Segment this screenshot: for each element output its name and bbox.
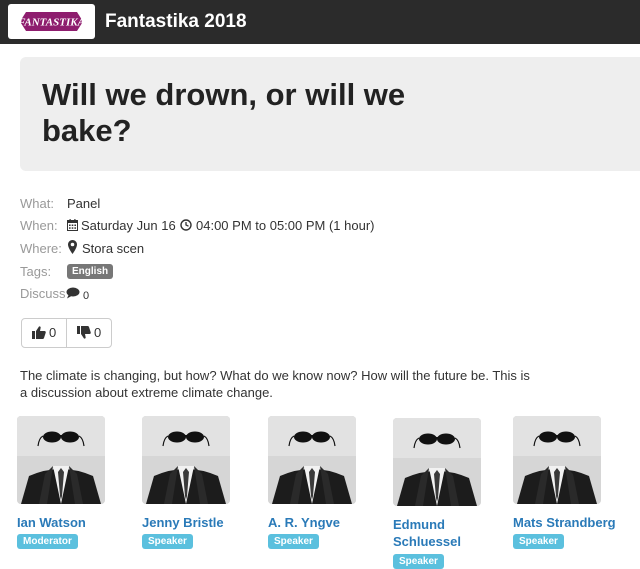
event-date: Saturday Jun 16 xyxy=(81,218,176,233)
thumbs-down-icon xyxy=(77,326,91,339)
speaker-photo[interactable] xyxy=(17,416,105,504)
logo-text: FANTASTIKA xyxy=(18,17,85,29)
what-label: What: xyxy=(20,196,54,211)
event-title: Will we drown, or will we bake? xyxy=(42,77,406,148)
speaker-avatar xyxy=(513,416,601,504)
thumbs-up-icon xyxy=(32,326,46,339)
speaker-name[interactable]: Mats Strandberg xyxy=(513,514,616,531)
speaker-role-badge: Moderator xyxy=(17,534,78,549)
speaker-photo[interactable] xyxy=(513,416,601,504)
speaker-name[interactable]: A. R. Yngve xyxy=(268,514,340,531)
map-marker-icon xyxy=(68,240,77,254)
downvote-count: 0 xyxy=(94,325,102,340)
speaker-name[interactable]: Jenny Bristle xyxy=(142,514,224,531)
event-time: 04:00 PM to 05:00 PM (1 hour) xyxy=(196,218,375,233)
vote-button-group: 0 0 xyxy=(21,318,112,348)
upvote-button[interactable]: 0 xyxy=(22,319,67,347)
clock-icon xyxy=(180,219,192,231)
speaker-avatar xyxy=(393,418,481,506)
when-label: When: xyxy=(20,218,58,233)
comment-icon[interactable] xyxy=(66,287,80,299)
site-brand-title[interactable]: Fantastika 2018 xyxy=(105,10,247,34)
speaker-role-badge: Speaker xyxy=(393,554,444,569)
fantastika-logo-icon: FANTASTIKA xyxy=(18,9,85,34)
speaker-avatar xyxy=(142,416,230,504)
speaker-role-badge: Speaker xyxy=(142,534,193,549)
top-navbar: FANTASTIKA Fantastika 2018 xyxy=(0,0,640,44)
event-description: The climate is changing, but how? What d… xyxy=(20,368,530,400)
speaker-role-badge: Speaker xyxy=(513,534,564,549)
discussion-label: Discussion: xyxy=(20,286,66,301)
tag-badge[interactable]: English xyxy=(67,264,114,279)
speaker-name[interactable]: Edmund Schluessel xyxy=(393,516,473,550)
event-title-banner: Will we drown, or will we bake? xyxy=(20,57,640,171)
speaker-role-badge: Speaker xyxy=(268,534,319,549)
speaker-avatar xyxy=(17,416,105,504)
tags-label: Tags: xyxy=(20,264,52,279)
discussion-count: 0 xyxy=(83,290,90,302)
what-value: Panel xyxy=(67,196,101,211)
speaker-name[interactable]: Ian Watson xyxy=(17,514,86,531)
speaker-photo[interactable] xyxy=(393,418,481,506)
upvote-count: 0 xyxy=(49,325,57,340)
speaker-photo[interactable] xyxy=(142,416,230,504)
site-logo[interactable]: FANTASTIKA xyxy=(8,4,95,39)
calendar-icon xyxy=(67,219,78,231)
event-location[interactable]: Stora scen xyxy=(82,241,144,257)
speaker-avatar xyxy=(268,416,356,504)
downvote-button[interactable]: 0 xyxy=(67,319,112,347)
where-label: Where: xyxy=(20,241,62,256)
speaker-photo[interactable] xyxy=(268,416,356,504)
